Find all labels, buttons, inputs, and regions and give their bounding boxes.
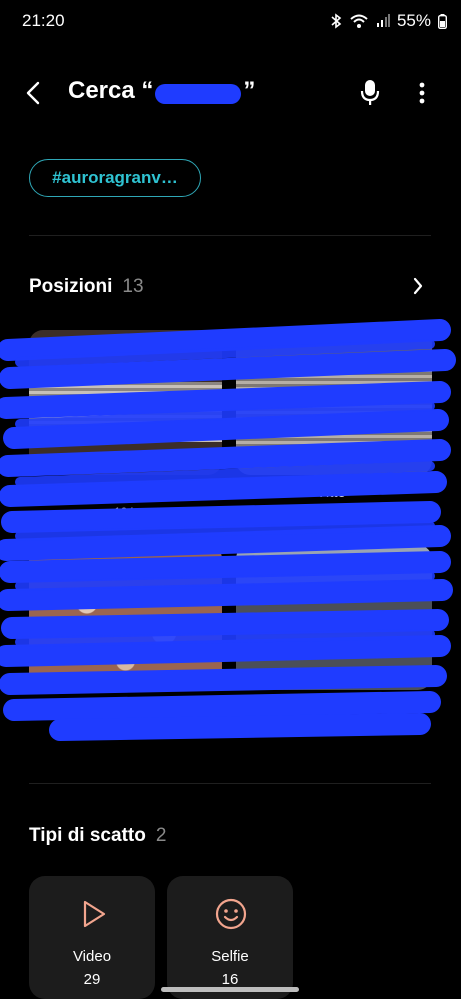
- play-icon: [83, 900, 106, 928]
- title-suffix: ”: [243, 77, 256, 104]
- chevron-right-icon: [413, 277, 423, 295]
- smiley-icon: [215, 898, 247, 930]
- shot-type-count: 29: [83, 971, 101, 988]
- signal-icon: [376, 14, 390, 28]
- home-indicator[interactable]: [161, 987, 299, 992]
- divider: [29, 235, 431, 236]
- back-arrow-icon: [26, 81, 40, 105]
- bluetooth-icon: [330, 13, 342, 29]
- divider: [29, 783, 431, 784]
- locations-header: Posizioni 13: [29, 276, 144, 298]
- microphone-icon: [360, 80, 380, 105]
- status-time: 21:20: [22, 11, 65, 30]
- shot-type-label: Selfie: [211, 948, 249, 965]
- shot-type-label: Video: [72, 948, 112, 965]
- locations-title: Posizioni: [29, 276, 113, 297]
- more-options-button[interactable]: [412, 78, 432, 108]
- shot-types-count: 2: [155, 825, 167, 846]
- search-title: Cerca “ ”: [68, 77, 255, 105]
- redaction-scribble: [0, 319, 456, 741]
- battery-text: 55%: [396, 11, 431, 30]
- locations-see-all-button[interactable]: [408, 274, 428, 298]
- title-prefix: Cerca “: [68, 77, 154, 104]
- locations-count: 13: [122, 276, 144, 297]
- tag-chip[interactable]: #auroragranv…: [29, 159, 201, 197]
- status-icons: 55%: [330, 11, 447, 31]
- shot-types-header: Tipi di scatto 2: [29, 825, 166, 847]
- shot-type-video[interactable]: Video 29: [29, 876, 155, 999]
- more-vertical-icon: [419, 82, 425, 104]
- back-button[interactable]: [18, 76, 48, 110]
- shot-type-count: 16: [221, 971, 239, 988]
- battery-icon: [438, 13, 447, 29]
- voice-search-button[interactable]: [356, 78, 384, 108]
- shot-types-title: Tipi di scatto: [29, 825, 146, 846]
- shot-type-selfie[interactable]: Selfie 16: [167, 876, 293, 999]
- wifi-icon: [349, 13, 369, 29]
- redaction-mark: [155, 84, 242, 104]
